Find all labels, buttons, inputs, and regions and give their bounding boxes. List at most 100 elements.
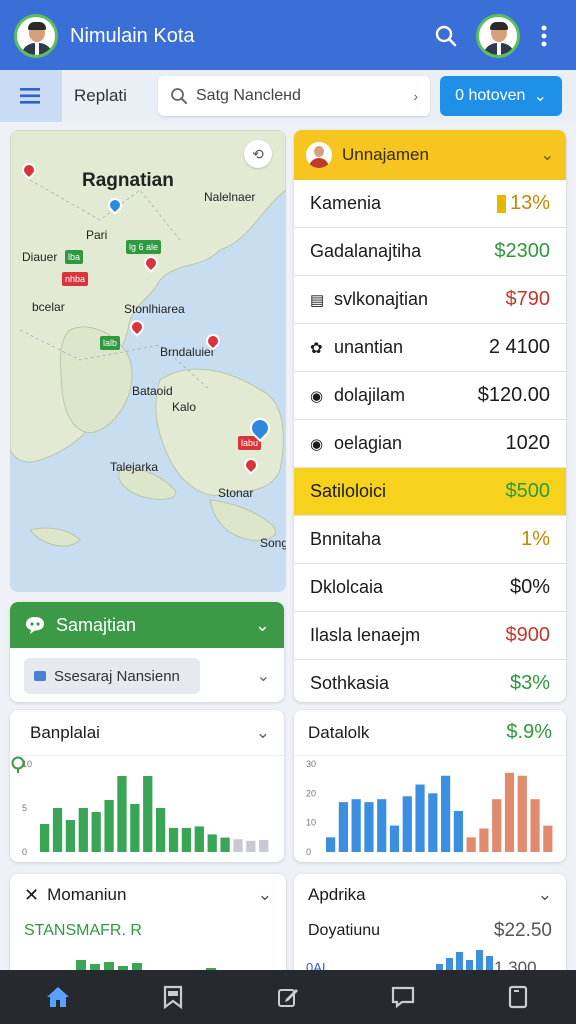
chart-bar[interactable]	[181, 828, 192, 852]
price-row[interactable]: Bnnitaha 1%	[294, 516, 566, 564]
chart-bar[interactable]	[78, 808, 88, 852]
chart-bar[interactable]	[130, 804, 140, 852]
map-label: Songh	[260, 536, 286, 550]
chart-bar[interactable]	[143, 776, 153, 852]
chart-bar[interactable]	[207, 834, 217, 852]
chart-bar[interactable]	[504, 772, 515, 852]
y-tick-label: 0	[22, 847, 27, 857]
price-row-label: svlkonajtian	[334, 289, 429, 309]
chevron-down-icon: ⌄	[254, 614, 270, 635]
chart-bar[interactable]	[65, 820, 76, 852]
chart-bar[interactable]	[453, 810, 463, 852]
nav-tablet[interactable]	[488, 970, 548, 1024]
price-row[interactable]: Satiloloici $500	[294, 468, 566, 516]
nav-home[interactable]	[28, 970, 88, 1024]
filter-header[interactable]: Samajtian ⌄	[10, 602, 284, 648]
chart-bar[interactable]	[338, 802, 348, 852]
map-tag[interactable]: lalb	[100, 336, 121, 350]
account-avatar[interactable]	[476, 14, 520, 58]
chart-bar[interactable]	[259, 840, 269, 852]
map-tag[interactable]: nhba	[62, 272, 89, 286]
edit-icon	[277, 989, 298, 1007]
y-tick-label: 10	[306, 818, 316, 828]
menu-button[interactable]	[0, 70, 62, 122]
search-box[interactable]: ›	[158, 76, 430, 116]
chart-bar[interactable]	[233, 839, 243, 852]
chart-bar[interactable]	[117, 776, 127, 852]
price-row-label: Ilasla lenaejm	[310, 625, 421, 645]
price-row[interactable]: Kamenia 13%	[294, 180, 566, 228]
chart-bar[interactable]	[428, 793, 438, 852]
chart-bar[interactable]	[194, 826, 204, 852]
chart-bar[interactable]	[466, 837, 476, 852]
price-row[interactable]: ◉ oelagian 1020	[294, 420, 566, 468]
price-row[interactable]: Sothkasia $3%	[294, 660, 566, 702]
search-icon[interactable]	[428, 18, 464, 54]
price-row-value: $0%	[509, 576, 550, 598]
nav-chat[interactable]	[373, 970, 433, 1024]
price-list-panel: Unnajamen ⌄ Kamenia 13% Gadalanajtiha $2300…	[294, 130, 566, 702]
price-row[interactable]: Dklolcaia $0%	[294, 564, 566, 612]
chart-bar[interactable]	[246, 840, 256, 852]
chart-bar[interactable]	[351, 799, 361, 852]
section-label: Replati	[74, 86, 127, 105]
chart-bar[interactable]	[168, 828, 179, 852]
chart-bar[interactable]	[52, 808, 63, 852]
filter-select[interactable]: Ssesaraj Nansienn ⌄	[24, 658, 270, 694]
price-row[interactable]: Ilasla lenaejm $900	[294, 612, 566, 660]
map-view[interactable]: ⟲ Ragnatian Nalelnaer Pari Diauer Stonlh…	[10, 130, 286, 592]
price-row[interactable]: ▤ svlkonajtian $790	[294, 276, 566, 324]
summary-header[interactable]: Apdrika ⌄	[294, 874, 566, 916]
chart-bar[interactable]	[377, 799, 387, 852]
map-tag[interactable]: lg 6 ale	[126, 240, 162, 254]
chart-header[interactable]: Banplalai ⌄	[10, 710, 284, 773]
chart-bar[interactable]	[543, 825, 553, 852]
chart-bar[interactable]	[40, 824, 50, 852]
toolbar: Replati › 0 hotoven ⌄	[0, 70, 576, 122]
price-row-label: Bnnitaha	[310, 529, 382, 549]
chart-bar[interactable]	[415, 784, 425, 852]
price-row[interactable]: ◉ dolajilam $120.00	[294, 372, 566, 420]
chevron-down-icon: ⌄	[533, 88, 547, 105]
chart-bar[interactable]	[364, 802, 374, 852]
search-input[interactable]	[196, 87, 414, 105]
filter-card: Samajtian ⌄ Ssesaraj Nansienn ⌄	[10, 602, 284, 702]
selected-chip[interactable]: Ssesaraj Nansienn	[24, 658, 200, 694]
flag-icon	[496, 194, 506, 213]
price-row-value: 2 4100	[488, 336, 550, 358]
more-vert-icon[interactable]	[526, 18, 562, 54]
chart-bar[interactable]	[492, 799, 502, 852]
action-button[interactable]: 0 hotoven ⌄	[440, 76, 562, 116]
chart-bar[interactable]	[104, 800, 114, 852]
price-row-value: $790	[505, 288, 551, 310]
chart-bar[interactable]	[389, 825, 400, 852]
chevron-down-icon: ⌄	[537, 885, 552, 904]
chevron-right-icon: ›	[413, 88, 418, 104]
price-row[interactable]: Gadalanajtiha $2300	[294, 228, 566, 276]
chart-bar[interactable]	[220, 837, 230, 852]
price-row[interactable]: ✿ unantian 2 4100	[294, 324, 566, 372]
compass-icon[interactable]: ⟲	[244, 140, 272, 168]
app-bar: Nimulain Kota	[0, 0, 576, 72]
chart-bar[interactable]	[530, 799, 540, 852]
chart-bar[interactable]	[326, 837, 336, 852]
price-row-label: dolajilam	[334, 385, 406, 405]
chart-bar[interactable]	[91, 812, 101, 852]
map-tag[interactable]: lba	[65, 250, 84, 264]
map-label: Stonar	[218, 486, 254, 500]
chart-bar[interactable]	[441, 775, 451, 852]
nav-edit[interactable]	[258, 970, 318, 1024]
y-tick-label: 30	[306, 759, 316, 769]
chart-title: Datalolk	[308, 722, 370, 742]
chart-bar[interactable]	[402, 796, 412, 852]
chart-bar[interactable]	[517, 775, 527, 852]
close-icon[interactable]: ✕	[24, 885, 39, 906]
price-list-header[interactable]: Unnajamen ⌄	[294, 130, 566, 180]
summary-card-left: ✕ Momaniun ⌄ STANSMAFR. R	[10, 874, 286, 984]
nav-bookmarks[interactable]	[143, 970, 203, 1024]
summary-header[interactable]: ✕ Momaniun ⌄	[10, 874, 286, 916]
chart-bar[interactable]	[479, 828, 489, 852]
chart-bar[interactable]	[156, 808, 166, 852]
profile-avatar[interactable]	[14, 14, 58, 58]
chart-header[interactable]: Datalolk $.9%	[294, 710, 566, 756]
